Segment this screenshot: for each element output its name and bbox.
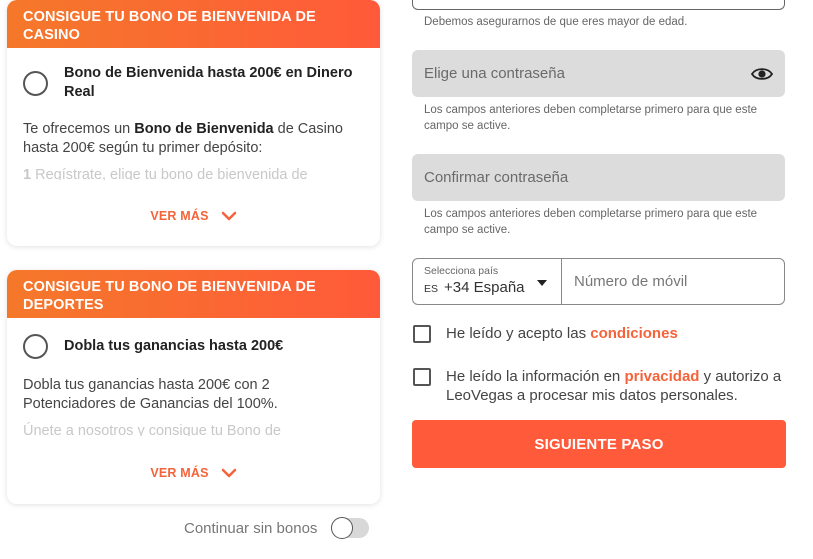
ver-mas-label: VER MÁS [150, 466, 209, 480]
country-label: Selecciona país [424, 265, 499, 277]
sports-bonus-radio[interactable] [23, 334, 48, 359]
country-code: ES [424, 283, 439, 295]
phone-row: Selecciona país ES +34 España Número de … [412, 258, 785, 305]
casino-ver-mas-button[interactable]: VER MÁS [7, 209, 380, 223]
casino-bonus-description: Te ofrecemos un Bono de Bienvenida de Ca… [23, 121, 343, 156]
sports-ver-mas-button[interactable]: VER MÁS [7, 466, 380, 480]
casino-bonus-card: CONSIGUE TU BONO DE BIENVENIDA DE CASINO… [7, 0, 380, 246]
chevron-down-icon [221, 468, 236, 478]
sports-bonus-fade-text: Únete a nosotros y consigue tu Bono de [23, 423, 281, 436]
casino-bonus-title: Bono de Bienvenida hasta 200€ en Dinero … [64, 65, 353, 100]
terms-text: He leído y acepto las condiciones [446, 325, 678, 342]
confirm-password-placeholder: Confirmar contraseña [424, 169, 569, 186]
next-step-button[interactable]: SIGUIENTE PASO [412, 420, 786, 468]
caret-down-icon [537, 280, 547, 286]
privacy-row: He leído la información en privacidad y … [413, 367, 791, 405]
terms-link[interactable]: condiciones [590, 325, 678, 342]
confirm-password-field[interactable]: Confirmar contraseña [412, 154, 785, 201]
casino-bonus-radio[interactable] [23, 71, 48, 96]
ver-mas-label: VER MÁS [150, 209, 209, 223]
no-bonus-label: Continuar sin bonos [184, 519, 318, 537]
casino-bonus-fade-text: 1 Regístrate, elige tu bono de bienvenid… [23, 167, 308, 180]
sports-bonus-title: Dobla tus ganancias hasta 200€ [64, 338, 284, 354]
phone-number-input[interactable]: Número de móvil [562, 259, 784, 304]
birthdate-field[interactable] [412, 0, 785, 10]
eye-icon[interactable] [751, 66, 773, 82]
country-value: +34 España [444, 279, 525, 296]
sports-bonus-card: CONSIGUE TU BONO DE BIENVENIDA DE DEPORT… [7, 270, 380, 504]
terms-row: He leído y acepto las condiciones [413, 324, 791, 343]
terms-checkbox[interactable] [413, 325, 431, 343]
privacy-text: He leído la información en privacidad y … [446, 368, 782, 404]
registration-page: CONSIGUE TU BONO DE BIENVENIDA DE CASINO… [0, 0, 813, 559]
casino-bonus-option[interactable]: Bono de Bienvenida hasta 200€ en Dinero … [7, 48, 380, 102]
age-help-text: Debemos asegurarnos de que eres mayor de… [424, 16, 688, 28]
password-placeholder: Elige una contraseña [424, 65, 565, 82]
confirm-help-text: Los campos anteriores deben completarse … [424, 208, 758, 236]
sports-bonus-option[interactable]: Dobla tus ganancias hasta 200€ [7, 318, 380, 359]
no-bonus-row: Continuar sin bonos [184, 517, 370, 539]
chevron-down-icon [221, 211, 236, 221]
privacy-checkbox[interactable] [413, 368, 431, 386]
password-field[interactable]: Elige una contraseña [412, 50, 785, 97]
password-help-text: Los campos anteriores deben completarse … [424, 104, 758, 132]
sports-bonus-header: CONSIGUE TU BONO DE BIENVENIDA DE DEPORT… [7, 270, 380, 318]
casino-bonus-header: CONSIGUE TU BONO DE BIENVENIDA DE CASINO [7, 0, 380, 48]
sports-bonus-description: Dobla tus ganancias hasta 200€ con 2 Pot… [23, 377, 278, 412]
country-select[interactable]: Selecciona país ES +34 España [413, 259, 562, 304]
privacy-link[interactable]: privacidad [624, 368, 699, 385]
no-bonus-toggle[interactable] [331, 517, 370, 539]
toggle-knob [331, 517, 354, 539]
